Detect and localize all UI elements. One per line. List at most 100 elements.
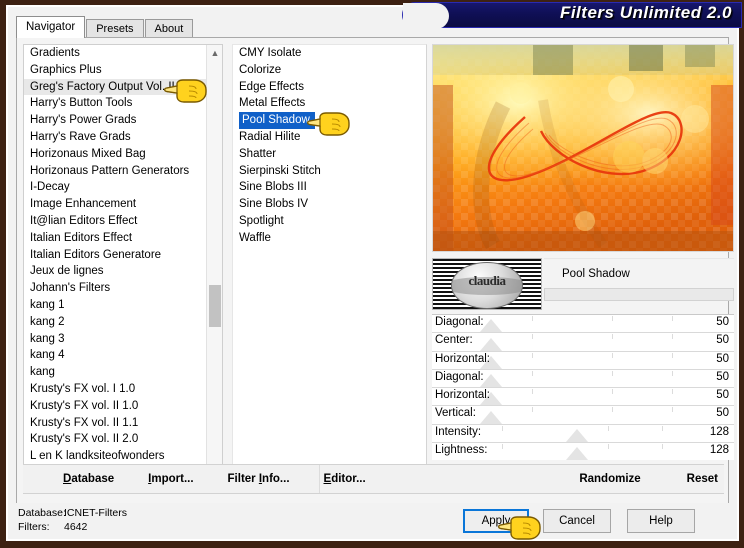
slider-label: Horizontal: <box>435 352 490 365</box>
slider-value: 128 <box>709 444 729 457</box>
scroll-up-icon[interactable]: ▲ <box>207 45 222 62</box>
slider-thumb-icon[interactable] <box>566 429 588 443</box>
list-item[interactable]: kang 3 <box>24 331 206 348</box>
list-item[interactable]: Metal Effects <box>233 95 426 112</box>
list-item[interactable]: Harry's Power Grads <box>24 112 206 129</box>
cancel-button[interactable]: Cancel <box>543 509 611 533</box>
list-item[interactable]: Gradients <box>24 45 206 62</box>
list-item[interactable]: Krusty's FX vol. II 2.0 <box>24 431 206 448</box>
preview-image[interactable] <box>432 44 734 252</box>
slider-value: 50 <box>716 334 729 347</box>
slider-value: 50 <box>716 316 729 328</box>
filter-info-menu-button[interactable]: Filter Info... <box>228 473 290 485</box>
watermark-thumbnail[interactable]: claudia <box>432 258 542 310</box>
reset-button[interactable]: Reset <box>687 473 718 485</box>
slider-row[interactable]: Diagonal: 50 <box>432 369 734 389</box>
list-item[interactable]: L en K landksiteofwonders <box>24 448 206 465</box>
slider-value: 50 <box>716 389 729 402</box>
effect-list[interactable]: CMY Isolate Colorize Edge Effects Metal … <box>232 44 427 484</box>
menu-label: nfo... <box>262 473 290 485</box>
slider-row[interactable]: Lightness: 128 <box>432 443 734 461</box>
list-item[interactable]: Sierpinski Stitch <box>233 163 426 180</box>
filter-category-list[interactable]: Gradients Graphics Plus Greg's Factory O… <box>23 44 223 484</box>
slider-row[interactable]: Horizontal: 50 <box>432 388 734 407</box>
list-item[interactable]: Spotlight <box>233 213 426 230</box>
command-menu-bar: Database Import... Filter Info... Editor… <box>23 464 724 494</box>
editor-menu-button[interactable]: Editor... <box>324 473 366 485</box>
list-item-selected[interactable]: Greg's Factory Output Vol. II <box>24 78 206 96</box>
slider-thumb-icon[interactable] <box>566 447 588 461</box>
list-item-selected-row[interactable]: Pool Shadow <box>233 112 426 129</box>
list-item[interactable]: Horizonaus Pattern Generators <box>24 163 206 180</box>
filter-category-rows: Gradients Graphics Plus Greg's Factory O… <box>24 45 206 465</box>
list-item[interactable]: Sine Blobs III <box>233 179 426 196</box>
menu-label: ditor... <box>331 473 366 485</box>
slider-value: 128 <box>709 425 729 438</box>
list-item[interactable]: Image Enhancement <box>24 196 206 213</box>
list-item[interactable]: Harry's Rave Grads <box>24 129 206 146</box>
slider-track[interactable] <box>432 406 734 424</box>
list-item[interactable]: kang 1 <box>24 297 206 314</box>
list-item[interactable]: CMY Isolate <box>233 45 426 62</box>
list-item[interactable]: Jeux de lignes <box>24 263 206 280</box>
list-item[interactable]: I-Decay <box>24 179 206 196</box>
tab-presets[interactable]: Presets <box>86 19 144 38</box>
list-item[interactable]: Krusty's FX vol. II 1.1 <box>24 415 206 432</box>
list-item[interactable]: Edge Effects <box>233 79 426 96</box>
list-item[interactable]: kang <box>24 364 206 381</box>
slider-label: Intensity: <box>435 425 482 438</box>
application-window: Filters Unlimited 2.0 Navigator Presets … <box>0 0 744 548</box>
list-item[interactable]: Colorize <box>233 62 426 79</box>
database-menu-button[interactable]: Database <box>63 473 114 485</box>
list-item[interactable]: Shatter <box>233 146 426 163</box>
tab-navigator[interactable]: Navigator <box>16 16 86 38</box>
list-item[interactable]: Italian Editors Effect <box>24 230 206 247</box>
help-button[interactable]: Help <box>627 509 695 533</box>
effect-name-field[interactable] <box>544 288 734 301</box>
slider-thumb-icon[interactable] <box>480 410 502 424</box>
effect-name-label: Pool Shadow <box>544 258 734 288</box>
slider-thumb-icon[interactable] <box>480 337 502 351</box>
randomize-button[interactable]: Randomize <box>579 473 640 485</box>
list-item[interactable]: Sine Blobs IV <box>233 196 426 213</box>
list-item[interactable]: Radial Hilite <box>233 129 426 146</box>
slider-label: Diagonal: <box>435 370 484 383</box>
list-item[interactable]: kang 2 <box>24 314 206 331</box>
preview-artwork <box>433 45 733 251</box>
slider-row[interactable]: Horizontal: 50 <box>432 351 734 370</box>
slider-value: 50 <box>716 370 729 383</box>
menu-label-pre: Filter <box>227 473 259 485</box>
parameter-sliders: Diagonal: 50 Center: 50 Horizontal: 50 D… <box>432 314 734 461</box>
effect-selected-label[interactable]: Pool Shadow <box>239 112 315 129</box>
import-menu-button[interactable]: Import... <box>148 473 193 485</box>
list-item[interactable]: It@lian Editors Effect <box>24 213 206 230</box>
status-bar: Database:ICNET-Filters Filters: 4642 Appl… <box>8 503 737 539</box>
slider-track[interactable] <box>432 333 734 351</box>
slider-label: Center: <box>435 334 473 347</box>
watermark-label: claudia <box>468 273 506 288</box>
list-item[interactable]: kang 4 <box>24 347 206 364</box>
tab-about[interactable]: About <box>144 19 194 38</box>
list-item[interactable]: Waffle <box>233 230 426 247</box>
slider-label: Lightness: <box>435 444 488 457</box>
slider-row[interactable]: Intensity: 128 <box>432 424 734 444</box>
main-panel: Gradients Graphics Plus Greg's Factory O… <box>16 37 734 531</box>
effect-thumbnail-row: claudia Pool Shadow <box>432 258 734 310</box>
menu-left-group: Database Import... Filter Info... Editor… <box>63 465 400 493</box>
list-item[interactable]: Horizonaus Mixed Bag <box>24 146 206 163</box>
slider-label: Diagonal: <box>435 316 484 328</box>
slider-row[interactable]: Vertical: 50 <box>432 406 734 425</box>
slider-row[interactable]: Diagonal: 50 <box>432 315 734 334</box>
list-item[interactable]: Harry's Button Tools <box>24 95 206 112</box>
slider-row[interactable]: Center: 50 <box>432 333 734 352</box>
scrollbar-thumb[interactable] <box>209 285 221 327</box>
list-item[interactable]: Graphics Plus <box>24 62 206 79</box>
menu-label: mport... <box>151 473 194 485</box>
filter-list-scrollbar[interactable]: ▲ ▼ <box>206 45 222 483</box>
list-item[interactable]: Krusty's FX vol. I 1.0 <box>24 381 206 398</box>
list-item[interactable]: Johann's Filters <box>24 280 206 297</box>
list-item[interactable]: Krusty's FX vol. II 1.0 <box>24 398 206 415</box>
apply-button[interactable]: Apply <box>463 509 529 533</box>
list-item[interactable]: Italian Editors Generatore <box>24 247 206 264</box>
status-filters-key: Filters: <box>18 521 50 533</box>
